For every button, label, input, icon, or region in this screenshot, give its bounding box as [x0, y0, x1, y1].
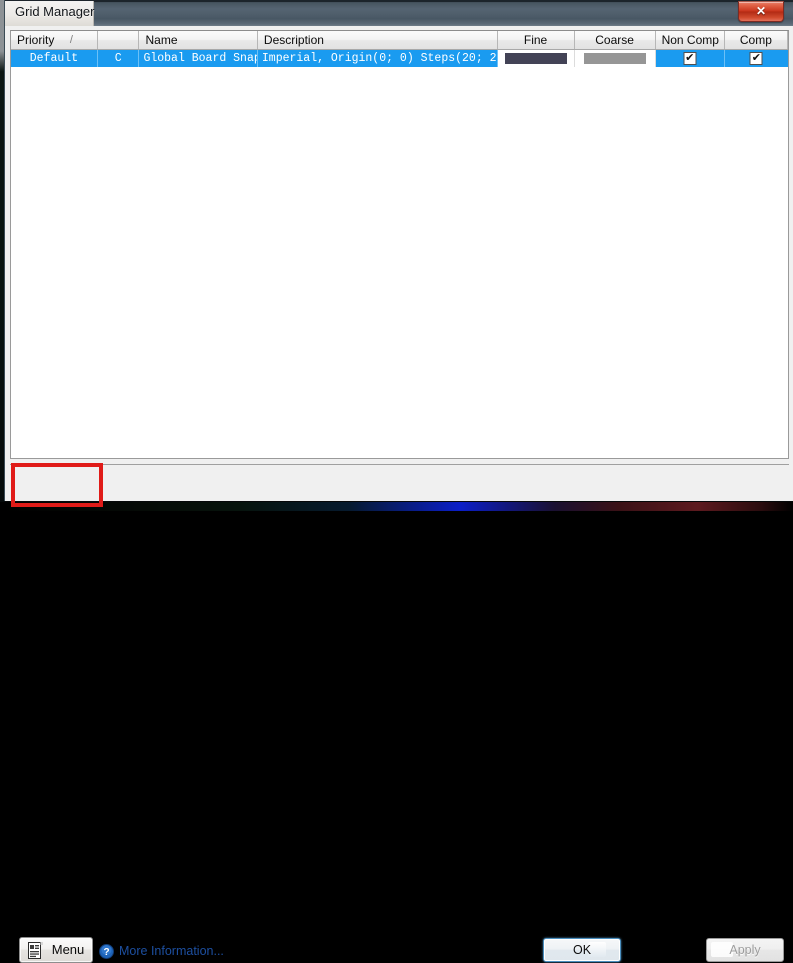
fine-color-swatch[interactable]: [505, 53, 567, 64]
help-question-icon: ?: [99, 944, 114, 959]
grid-manager-dialog: Grid Manager ✕ Priority / Name Description F…: [4, 0, 793, 501]
coarse-color-swatch[interactable]: [584, 53, 646, 64]
apply-button-label: Apply: [707, 939, 783, 961]
table-row[interactable]: DefaultCGlobal Board Snap GrImperial, Or…: [11, 50, 788, 67]
table-header-cell-non-comp[interactable]: Non Comp: [656, 31, 725, 49]
table-header-cell-description[interactable]: Description: [258, 31, 498, 49]
cell-priority: Default: [11, 50, 98, 67]
apply-button[interactable]: Apply: [706, 938, 784, 962]
table-header-label: Fine: [524, 33, 547, 47]
table-header-label: Name: [145, 33, 177, 47]
sort-indicator-icon: /: [70, 31, 73, 49]
comp-checkbox[interactable]: [750, 52, 763, 65]
ok-button[interactable]: OK: [543, 938, 621, 962]
desktop-edge-bottom: [0, 502, 793, 511]
ok-button-label: OK: [544, 939, 620, 961]
table-header-cell-coarse[interactable]: Coarse: [575, 31, 656, 49]
table-header-label: Description: [264, 33, 324, 47]
close-icon: ✕: [739, 3, 783, 19]
table-header-cell-blank[interactable]: [98, 31, 140, 49]
cell-flag: C: [98, 50, 140, 67]
menu-button-label: Menu: [48, 938, 88, 962]
grid-list-view[interactable]: Priority / Name Description Fine Coarse Non Co…: [10, 30, 789, 459]
table-body: DefaultCGlobal Board Snap GrImperial, Or…: [11, 50, 788, 67]
close-button[interactable]: ✕: [738, 1, 784, 22]
more-information-link[interactable]: ? More Information...: [99, 942, 224, 960]
dialog-footer: Menu ? More Information... OK Apply: [5, 465, 793, 501]
title-bar[interactable]: Grid Manager ✕: [5, 0, 793, 26]
table-header-cell-name[interactable]: Name: [139, 31, 257, 49]
table-header-label: Non Comp: [662, 33, 719, 47]
menu-button[interactable]: Menu: [19, 937, 93, 963]
table-header-label: Coarse: [595, 33, 634, 47]
window-title: Grid Manager: [15, 4, 94, 19]
cell-name: Global Board Snap Gr: [139, 50, 257, 67]
table-header-label: Priority: [17, 33, 54, 47]
table-header-row: Priority / Name Description Fine Coarse Non Co…: [11, 31, 788, 50]
svg-text:?: ?: [103, 947, 109, 958]
more-information-label: More Information...: [119, 944, 224, 958]
cell-comp: [725, 50, 788, 67]
cell-description: Imperial, Origin(0; 0) Steps(20; 20): [258, 50, 498, 67]
non-comp-checkbox[interactable]: [683, 52, 696, 65]
table-header-cell-priority[interactable]: Priority /: [11, 31, 98, 49]
table-header-cell-comp[interactable]: Comp: [725, 31, 788, 49]
table-header-cell-fine[interactable]: Fine: [498, 31, 575, 49]
cell-fine-color: [498, 50, 575, 67]
cell-coarse-color: [575, 50, 656, 67]
table-header-label: Comp: [740, 33, 772, 47]
cell-non-comp: [656, 50, 725, 67]
menu-document-icon: [28, 942, 43, 959]
